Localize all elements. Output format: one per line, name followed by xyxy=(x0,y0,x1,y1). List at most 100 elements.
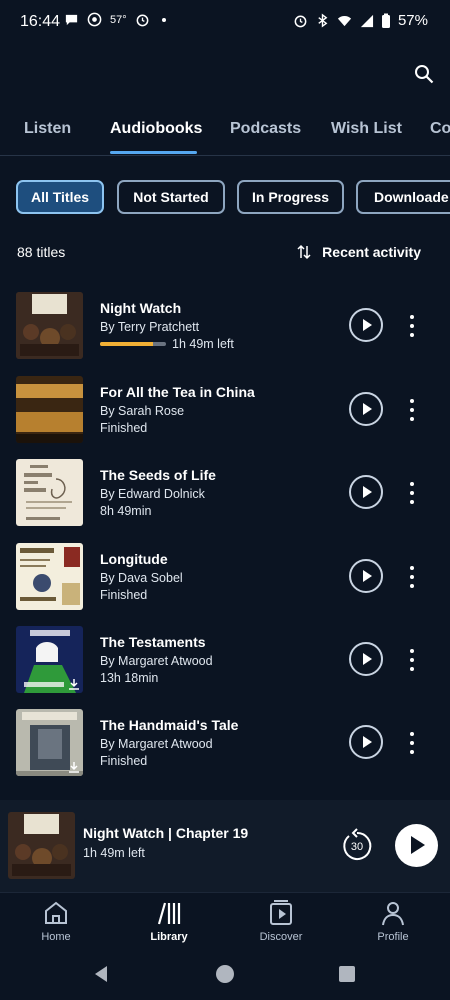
profile-icon xyxy=(382,902,404,926)
book-cover xyxy=(16,459,83,526)
play-button[interactable] xyxy=(349,308,383,342)
book-title: Night Watch xyxy=(100,300,182,316)
list-item[interactable]: The Seeds of Life By Edward Dolnick 8h 4… xyxy=(0,459,450,527)
list-item[interactable]: The Handmaid's Tale By Margaret Atwood F… xyxy=(0,709,450,777)
status-bar: 16:44 57° 57% xyxy=(0,0,450,46)
play-icon xyxy=(411,836,425,854)
nav-discover[interactable]: Discover xyxy=(236,899,326,949)
list-item[interactable]: The Testaments By Margaret Atwood 13h 18… xyxy=(0,626,450,694)
book-status: Finished xyxy=(100,754,148,768)
book-cover xyxy=(16,626,83,693)
play-button[interactable] xyxy=(349,559,383,593)
book-cover xyxy=(16,376,83,443)
tea-in-china-cover-art xyxy=(16,376,83,443)
book-meta: 13h 18min xyxy=(100,671,158,685)
filter-all-titles[interactable]: All Titles xyxy=(16,180,104,214)
alarm-icon xyxy=(294,15,307,28)
status-notification-icons: 57° xyxy=(64,12,166,27)
mini-player[interactable]: Night Watch | Chapter 19 1h 49m left 30 xyxy=(0,800,450,892)
downloaded-icon xyxy=(69,762,79,773)
book-author: By Terry Pratchett xyxy=(100,320,200,334)
more-options-icon[interactable] xyxy=(402,315,422,337)
filter-in-progress[interactable]: In Progress xyxy=(237,180,344,214)
bluetooth-icon xyxy=(318,13,328,28)
book-status: 1h 49m left xyxy=(172,337,234,351)
tab-wish-list[interactable]: Wish List xyxy=(331,120,402,138)
nav-profile[interactable]: Profile xyxy=(348,899,438,949)
mini-player-cover xyxy=(8,812,75,879)
tab-collections[interactable]: Co xyxy=(430,120,450,138)
play-icon xyxy=(363,486,372,498)
play-button[interactable] xyxy=(349,642,383,676)
discover-icon xyxy=(270,900,292,925)
book-meta: Finished xyxy=(100,421,147,435)
wifi-icon xyxy=(337,15,352,27)
book-status: Finished xyxy=(100,421,148,435)
nav-label: Library xyxy=(150,931,188,943)
rewind-icon: 30 xyxy=(343,828,372,860)
more-options-icon[interactable] xyxy=(402,732,422,754)
home-icon xyxy=(45,901,67,924)
more-options-icon[interactable] xyxy=(402,649,422,671)
list-item[interactable]: Longitude By Dava Sobel Finished xyxy=(0,543,450,611)
list-item[interactable]: Night Watch By Terry Pratchett 1h 49m le… xyxy=(0,292,450,360)
play-icon xyxy=(363,570,372,582)
nav-label: Profile xyxy=(377,931,409,943)
now-playing-time-left: 1h 49m left xyxy=(83,846,145,860)
filter-not-started[interactable]: Not Started xyxy=(117,180,225,214)
book-title: The Handmaid's Tale xyxy=(100,717,239,733)
play-icon xyxy=(363,736,372,748)
skip-seconds-label: 30 xyxy=(351,841,363,853)
back-icon[interactable] xyxy=(93,965,109,983)
book-status: 13h 18min xyxy=(100,671,159,685)
book-author: By Sarah Rose xyxy=(100,404,185,418)
status-time: 16:44 xyxy=(20,13,61,30)
recent-apps-icon[interactable] xyxy=(339,966,355,982)
night-watch-cover-art xyxy=(8,812,75,879)
alarm-icon xyxy=(136,14,149,27)
play-button[interactable] xyxy=(349,725,383,759)
filter-downloaded[interactable]: Downloade xyxy=(356,180,450,214)
search-icon[interactable] xyxy=(414,64,434,84)
nav-label: Discover xyxy=(259,931,303,943)
temperature-label: 57° xyxy=(110,13,127,26)
tab-listen[interactable]: Listen xyxy=(24,120,71,138)
tab-audiobooks[interactable]: Audiobooks xyxy=(110,120,202,138)
book-cover xyxy=(16,543,83,610)
whatsapp-icon xyxy=(87,12,102,27)
book-meta: Finished xyxy=(100,754,147,768)
more-options-icon[interactable] xyxy=(402,399,422,421)
book-cover xyxy=(16,709,83,776)
bottom-navigation: Home Library Discover Profile xyxy=(0,892,450,950)
battery-icon xyxy=(381,13,390,28)
library-icon xyxy=(157,902,181,925)
list-item[interactable]: For All the Tea in China By Sarah Rose F… xyxy=(0,376,450,444)
sort-button[interactable]: Recent activity xyxy=(296,244,421,260)
seeds-of-life-cover-art xyxy=(16,459,83,526)
book-author: By Margaret Atwood xyxy=(100,654,213,668)
nav-library[interactable]: Library xyxy=(124,899,214,949)
book-status: 8h 49min xyxy=(100,504,152,518)
skip-back-30-button[interactable]: 30 xyxy=(340,828,374,862)
more-options-icon[interactable] xyxy=(402,566,422,588)
battery-percent: 57% xyxy=(397,12,428,29)
play-icon xyxy=(363,403,372,415)
mini-player-play-button[interactable] xyxy=(395,824,438,867)
book-meta: 8h 49min xyxy=(100,504,151,518)
system-navigation-bar xyxy=(0,950,450,1000)
filter-chips: All Titles Not Started In Progress Downl… xyxy=(0,180,450,214)
book-author: By Edward Dolnick xyxy=(100,487,205,501)
chat-bubble-icon xyxy=(65,14,78,26)
play-button[interactable] xyxy=(349,475,383,509)
active-tab-indicator xyxy=(110,151,197,154)
tab-podcasts[interactable]: Podcasts xyxy=(230,120,301,138)
title-count: 88 titles xyxy=(17,244,66,260)
book-title: The Seeds of Life xyxy=(100,467,216,483)
now-playing-title: Night Watch | Chapter 19 xyxy=(83,825,249,841)
play-button[interactable] xyxy=(349,392,383,426)
home-circle-icon[interactable] xyxy=(216,965,234,983)
nav-home[interactable]: Home xyxy=(11,899,101,949)
book-author: By Dava Sobel xyxy=(100,571,183,585)
book-meta: 1h 49m left xyxy=(100,337,234,351)
more-options-icon[interactable] xyxy=(402,482,422,504)
